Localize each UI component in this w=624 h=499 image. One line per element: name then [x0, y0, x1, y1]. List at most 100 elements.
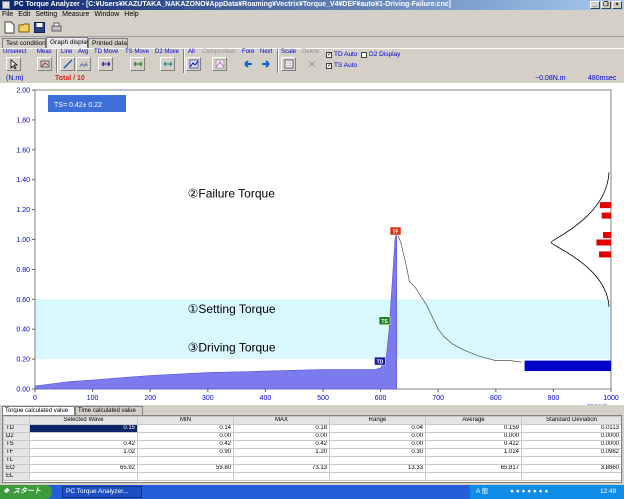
table-row[interactable]: TS 0.42 0.42 0.42 0.00 0.422 0.0000 — [3, 440, 621, 449]
unit-label: (N.m) — [6, 75, 24, 82]
table-cell: 0.00 — [233, 432, 330, 441]
x-tick-label: 500 — [317, 395, 329, 402]
menu-setting[interactable]: Setting — [35, 11, 57, 18]
setting-torque-band — [35, 299, 611, 360]
unselect-button[interactable] — [6, 57, 21, 71]
table-row[interactable]: TF 1.02 0.90 1.20 0.30 1.024 0.0982 — [3, 448, 621, 457]
header-average: Average — [425, 416, 522, 425]
line-button[interactable] — [60, 57, 75, 71]
menu-measure[interactable]: Measure — [62, 11, 89, 18]
td-auto-checkbox[interactable]: ✓ — [326, 52, 332, 58]
d2-display-checkbox[interactable] — [361, 52, 367, 58]
table-row[interactable]: EL — [3, 472, 621, 481]
table-cell: 65.92 — [29, 464, 138, 473]
td-move-button[interactable] — [98, 57, 113, 71]
system-tray: A 般 ● ● ● ● ● ● ● 12:48 — [470, 485, 624, 499]
table-row[interactable]: EO 65.92 59.80 73.13 13.33 65.817 3.8860 — [3, 464, 621, 473]
table-cell: 0.14 — [137, 424, 234, 433]
results-table-panel: Selected Wave MIN MAX Range Average Stan… — [2, 415, 622, 483]
td-range-bar — [524, 360, 611, 372]
minimize-button[interactable]: _ — [590, 1, 600, 9]
next-button[interactable] — [259, 57, 274, 71]
table-cell — [329, 456, 426, 465]
tab-printed-data[interactable]: Printed data — [88, 38, 128, 48]
scale-button[interactable] — [281, 57, 296, 71]
table-cell: 0.00 — [137, 432, 234, 441]
average-icon — [79, 60, 88, 69]
table-row[interactable]: TL — [3, 456, 621, 465]
fore-button[interactable] — [240, 57, 255, 71]
table-cell: 73.13 — [233, 464, 330, 473]
menu-window[interactable]: Window — [94, 11, 119, 18]
ts-move-icon — [133, 61, 142, 67]
ts-auto-label: TS Auto — [334, 62, 358, 69]
title-bar: PC Torque Analyzer - [C:¥Users¥KAZUTAKA_… — [0, 0, 624, 10]
x-tick-label: 100 — [87, 395, 99, 402]
ts-auto-checkbox[interactable]: ✓ — [326, 63, 332, 69]
table-cell: 1.02 — [29, 448, 138, 457]
ime-indicator[interactable]: A 般 — [476, 485, 488, 499]
x-tick-label: 700 — [432, 395, 444, 402]
table-header-row: Selected Wave MIN MAX Range Average Stan… — [3, 416, 621, 425]
marker-label: TS — [381, 319, 388, 325]
start-button[interactable]: ❖ スタート — [0, 485, 52, 499]
table-cell: 65.817 — [425, 464, 522, 473]
table-cell: 0.000 — [425, 432, 522, 441]
pointer-icon — [10, 59, 18, 69]
line-label: Line — [61, 49, 73, 55]
save-icon[interactable] — [33, 21, 46, 34]
tray-icons[interactable]: ● ● ● ● ● ● ● — [510, 485, 548, 499]
table-row[interactable]: D2 0.00 0.00 0.00 0.000 0.0000 — [3, 432, 621, 441]
torque-graph-panel[interactable]: 2.00 1.80 1.60 1.40 1.20 1.00 0.80 0.60 0.40 0.20… — [0, 83, 624, 411]
open-folder-icon[interactable] — [18, 21, 31, 34]
table-cell — [233, 456, 330, 465]
avg-label: Avg — [78, 49, 89, 55]
menu-file[interactable]: File — [2, 11, 13, 18]
marker-label: TD — [377, 360, 384, 366]
ts-move-button[interactable] — [130, 57, 145, 71]
restore-button[interactable]: ❐ — [601, 1, 611, 9]
main-toolbar — [0, 19, 624, 37]
d2-move-button[interactable] — [160, 57, 175, 71]
histogram-bar — [599, 251, 611, 258]
table-cell: 0.422 — [425, 440, 522, 449]
menu-help[interactable]: Help — [124, 11, 138, 18]
annotation-label: ③Driving Torque — [188, 341, 276, 355]
table-cell: 0.04 — [329, 424, 426, 433]
delete-button[interactable] — [304, 57, 319, 71]
table-cell — [29, 456, 138, 465]
table-cell: 0.42 — [233, 440, 330, 449]
tab-time-calculated-value[interactable]: Time calculated value — [75, 406, 143, 415]
window-title: PC Torque Analyzer - [C:¥Users¥KAZUTAKA_… — [14, 1, 451, 8]
histogram-bar — [601, 212, 611, 219]
tab-torque-calculated-value[interactable]: Torque calculated value — [2, 406, 75, 415]
delete-icon — [308, 60, 315, 68]
row-label: TL — [3, 456, 30, 465]
table-cell: 0.159 — [425, 424, 522, 433]
new-file-icon[interactable] — [3, 21, 16, 34]
menu-edit[interactable]: Edit — [18, 11, 30, 18]
y-tick-label: 1.00 — [16, 237, 30, 244]
table-row[interactable]: TD 0.15 0.14 0.18 0.04 0.159 0.0113 — [3, 424, 621, 433]
tab-test-condition[interactable]: Test condition — [2, 38, 46, 48]
table-cell: 0.0000 — [521, 440, 621, 449]
taskbar-item-pc-torque-analyzer[interactable]: PC Torque Analyzer... — [62, 486, 142, 498]
torque-chart[interactable]: 2.00 1.80 1.60 1.40 1.20 1.00 0.80 0.60 0.40 0.20… — [0, 83, 624, 411]
close-button[interactable]: × — [612, 1, 622, 9]
meas-button[interactable] — [37, 57, 52, 71]
time-readout: 480msec — [588, 75, 617, 82]
all-button[interactable] — [186, 57, 201, 71]
table-cell: 0.42 — [29, 440, 138, 449]
taskbar-item-label: PC Torque Analyzer... — [66, 488, 129, 495]
row-label: TF — [3, 448, 30, 457]
print-icon[interactable] — [50, 21, 63, 34]
avg-button[interactable] — [76, 57, 91, 71]
table-cell: 0.15 — [29, 424, 138, 433]
td-move-icon — [101, 61, 110, 67]
table-cell — [425, 456, 522, 465]
table-cell: 0.0982 — [521, 448, 621, 457]
header-selected-wave: Selected Wave — [29, 416, 138, 425]
histogram-bar — [603, 232, 611, 239]
composition-button[interactable] — [212, 57, 227, 71]
tab-graph-display[interactable]: Graph display — [46, 37, 90, 48]
